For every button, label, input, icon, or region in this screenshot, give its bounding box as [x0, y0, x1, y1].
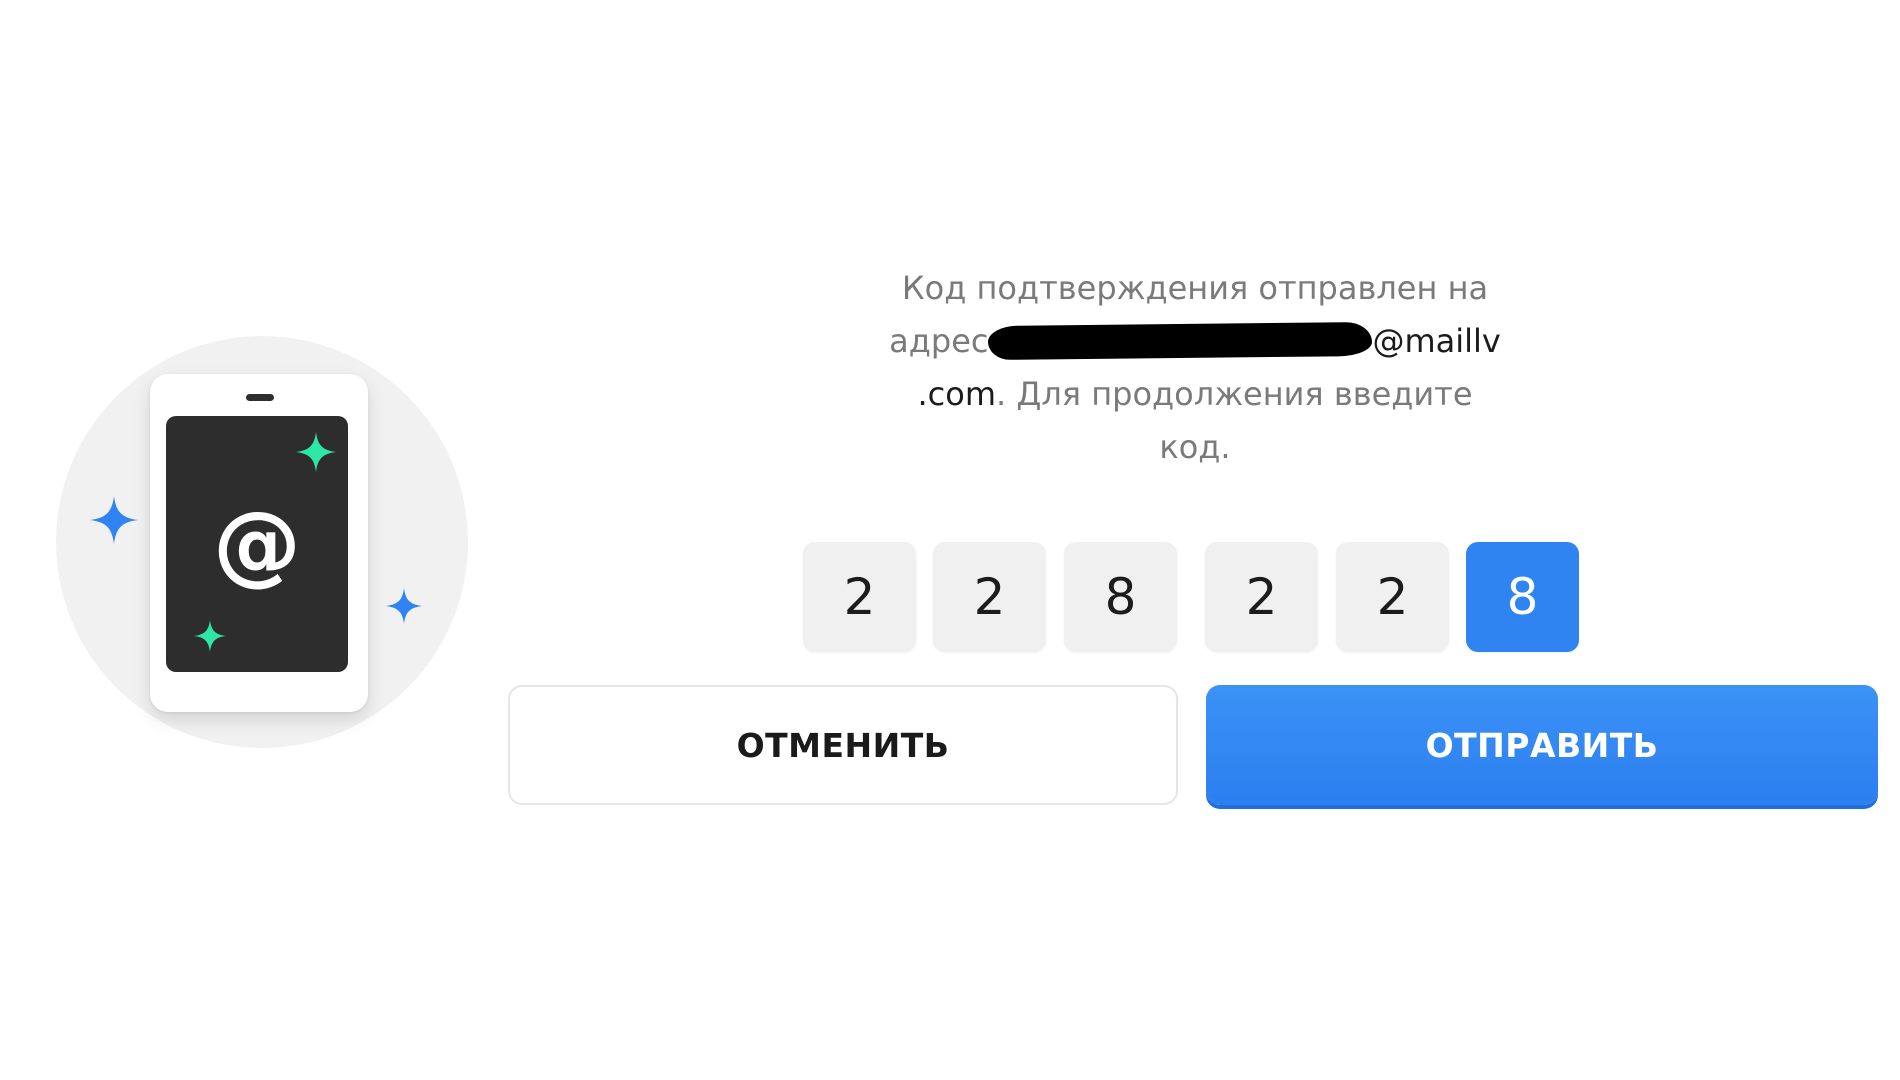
green-sparkle-icon	[296, 432, 336, 472]
verification-dialog: @ Код подтверждения отправлен на адрес @m…	[0, 0, 1900, 1080]
code-digit-box[interactable]: 2	[1336, 542, 1449, 652]
blue-sparkle-icon	[386, 588, 422, 624]
code-digit-box[interactable]: 2	[803, 542, 916, 652]
email-suffix: @maillv	[1372, 322, 1501, 360]
message-line: Код подтверждения отправлен на	[901, 269, 1489, 307]
address-label: адрес	[889, 322, 989, 360]
continuation-text: . Для продолжения введите	[996, 375, 1473, 413]
verification-message: Код подтверждения отправлен на адрес @mai…	[850, 262, 1540, 474]
submit-button[interactable]: ОТПРАВИТЬ	[1206, 685, 1878, 805]
cancel-button[interactable]: ОТМЕНИТЬ	[508, 685, 1178, 805]
redacted-email-mark	[988, 321, 1373, 361]
phone-speaker	[246, 394, 274, 401]
message-line: .com. Для продолжения введите	[850, 368, 1540, 421]
code-digit-box[interactable]: 2	[1205, 542, 1318, 652]
code-digit-box[interactable]: 8	[1466, 542, 1579, 652]
code-digit-box[interactable]: 8	[1064, 542, 1177, 652]
blue-sparkle-icon	[90, 496, 138, 544]
at-sign-icon: @	[213, 492, 301, 595]
message-line: адрес @maillv	[850, 315, 1540, 368]
code-digit-box[interactable]: 2	[933, 542, 1046, 652]
email-phone-illustration: @	[56, 336, 468, 748]
phone-icon: @	[150, 374, 368, 712]
message-line: код.	[1159, 428, 1231, 466]
email-domain-end: .com	[917, 375, 996, 413]
green-sparkle-icon	[194, 620, 226, 652]
